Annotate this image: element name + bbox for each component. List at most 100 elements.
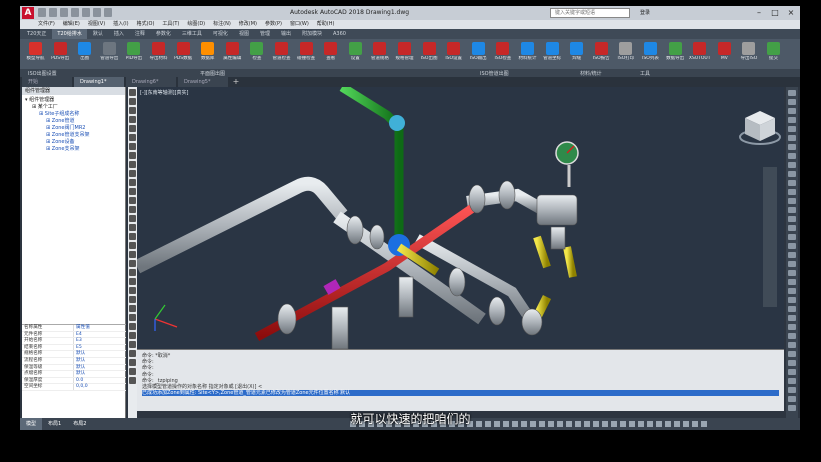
tool-icon[interactable] (129, 323, 136, 330)
menu-item[interactable]: 插入(I) (113, 20, 128, 29)
model-viewport[interactable]: [-][东南等轴测][真实] (137, 87, 784, 349)
tool-icon[interactable] (129, 116, 136, 123)
ribbon-tab[interactable]: 三维工具 (177, 29, 207, 39)
tool-icon[interactable] (788, 342, 796, 348)
tool-icon[interactable] (788, 207, 796, 213)
maximize-icon[interactable]: □ (768, 7, 782, 18)
tool-icon[interactable] (788, 297, 796, 303)
tree-item[interactable]: ⊞ Zone阀门MR2 (25, 125, 122, 132)
ribbon-tab[interactable]: 参数化 (151, 29, 176, 39)
tool-icon[interactable] (129, 233, 136, 240)
property-row[interactable]: 点缀名称 默认 (22, 371, 126, 378)
open-icon[interactable] (49, 8, 57, 17)
tool-icon[interactable] (129, 125, 136, 132)
menu-item[interactable]: 修改(M) (239, 20, 257, 29)
tool-icon[interactable] (788, 243, 796, 249)
tool-icon[interactable] (129, 206, 136, 213)
tool-icon[interactable] (788, 171, 796, 177)
tool-icon[interactable] (788, 144, 796, 150)
ribbon-tab[interactable]: 附加模块 (297, 29, 327, 39)
property-value[interactable]: 默认 (74, 371, 85, 377)
document-tab[interactable]: Drawing5* (178, 77, 228, 87)
valve-body[interactable] (331, 306, 349, 349)
ribbon-tab[interactable]: 管理 (255, 29, 275, 39)
property-value[interactable]: 0,0,0 (74, 384, 88, 390)
autocad-logo-icon[interactable]: A (22, 7, 34, 19)
flange[interactable] (521, 308, 543, 336)
tool-icon[interactable] (788, 369, 796, 375)
tool-icon[interactable] (788, 351, 796, 357)
tool-icon[interactable] (788, 180, 796, 186)
tool-icon[interactable] (129, 188, 136, 195)
grey-pipe-run[interactable] (137, 176, 348, 274)
property-value[interactable]: 默认 (74, 358, 85, 364)
property-value[interactable]: 0.0 (74, 378, 83, 384)
search-input[interactable]: 键入关键字或短语 (550, 8, 630, 18)
flange[interactable] (277, 303, 297, 335)
property-value[interactable]: E5 (74, 345, 82, 351)
property-row[interactable]: 空间坐标 0,0,0 (22, 384, 126, 391)
tool-icon[interactable] (129, 269, 136, 276)
ribbon-tab[interactable]: T20给排水 (52, 29, 87, 39)
redo-icon[interactable] (104, 8, 112, 17)
tool-icon[interactable] (788, 306, 796, 312)
tool-icon[interactable] (788, 261, 796, 267)
tool-icon[interactable] (129, 179, 136, 186)
tool-icon[interactable] (788, 333, 796, 339)
tool-icon[interactable] (788, 126, 796, 132)
tool-icon[interactable] (788, 216, 796, 222)
valve-body[interactable] (398, 276, 414, 318)
menu-item[interactable]: 帮助(H) (317, 20, 335, 29)
tool-icon[interactable] (788, 270, 796, 276)
save-as-icon[interactable] (71, 8, 79, 17)
property-row[interactable]: 规格名称 默认 (22, 351, 126, 358)
property-value[interactable]: E4 (74, 332, 82, 338)
flange[interactable] (448, 267, 466, 297)
tree-item[interactable]: ⊞ Zone管道 (25, 118, 122, 125)
tool-icon[interactable] (129, 224, 136, 231)
property-value[interactable]: 默认 (74, 351, 85, 357)
flange[interactable] (346, 215, 364, 245)
flange[interactable] (488, 296, 506, 326)
tool-icon[interactable] (129, 215, 136, 222)
tool-icon[interactable] (129, 98, 136, 105)
tool-icon[interactable] (788, 135, 796, 141)
ribbon-tab[interactable]: 可视化 (208, 29, 233, 39)
strainer-body[interactable] (536, 194, 578, 226)
tool-icon[interactable] (129, 89, 136, 96)
sign-in-button[interactable]: 登录 (640, 9, 650, 16)
tool-icon[interactable] (788, 279, 796, 285)
tool-icon[interactable] (129, 242, 136, 249)
tool-icon[interactable] (788, 324, 796, 330)
tool-icon[interactable] (129, 305, 136, 312)
ribbon-tab[interactable]: 注释 (130, 29, 150, 39)
ribbon-tab[interactable]: 默认 (88, 29, 108, 39)
tool-icon[interactable] (788, 99, 796, 105)
tool-icon[interactable] (129, 296, 136, 303)
tool-icon[interactable] (129, 341, 136, 348)
tool-icon[interactable] (129, 107, 136, 114)
valve-stem[interactable] (550, 226, 566, 250)
tool-icon[interactable] (129, 377, 136, 384)
menu-item[interactable]: 参数(P) (265, 20, 282, 29)
menu-item[interactable]: 窗口(W) (290, 20, 309, 29)
flange[interactable] (498, 180, 516, 210)
menu-item[interactable]: 工具(T) (162, 20, 179, 29)
tool-icon[interactable] (129, 368, 136, 375)
document-tab[interactable]: Drawing1* (74, 77, 124, 87)
tool-icon[interactable] (129, 143, 136, 150)
menu-item[interactable]: 标注(N) (213, 20, 231, 29)
tool-icon[interactable] (129, 134, 136, 141)
flange[interactable] (468, 184, 486, 214)
tool-icon[interactable] (129, 332, 136, 339)
tool-icon[interactable] (788, 90, 796, 96)
tool-icon[interactable] (129, 260, 136, 267)
print-icon[interactable] (82, 8, 90, 17)
menu-item[interactable]: 文件(F) (38, 20, 55, 29)
tool-icon[interactable] (788, 378, 796, 384)
yellow-pipe[interactable] (533, 235, 551, 269)
tool-icon[interactable] (129, 359, 136, 366)
tool-icon[interactable] (129, 287, 136, 294)
tool-icon[interactable] (788, 108, 796, 114)
command-line[interactable]: 命令: *取消* 命令: 命令: 命令: 命令: _tzpiping 选择模型管道操作的对… (137, 349, 784, 411)
